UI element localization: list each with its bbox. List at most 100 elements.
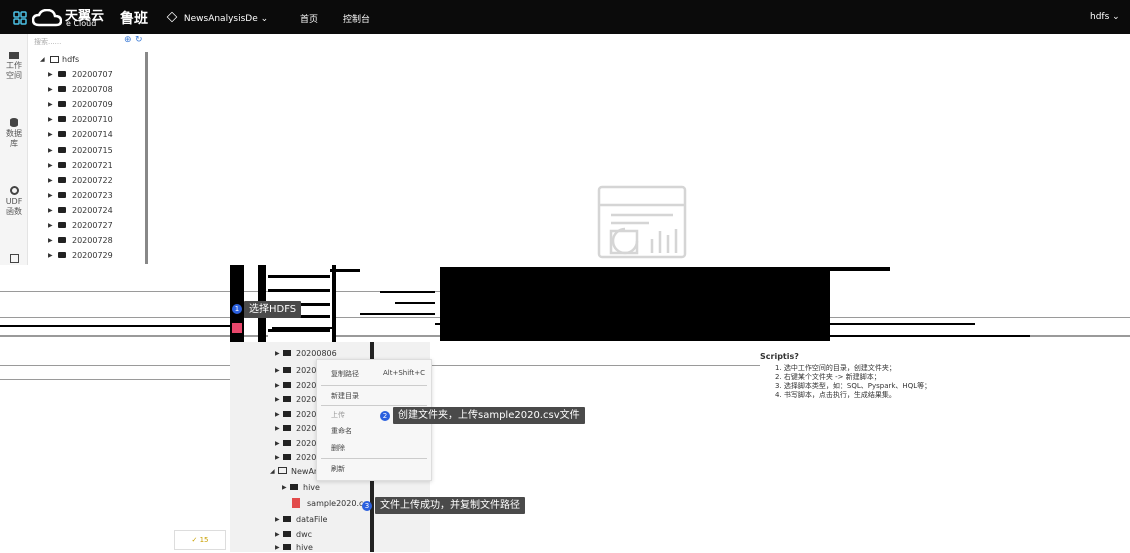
tree-folder[interactable]: ▶ 20200714 — [28, 127, 150, 142]
tree-folder[interactable]: ▶ 20200715 — [28, 143, 150, 158]
status-counter[interactable]: ✓ 15 — [174, 530, 226, 550]
tree-folder[interactable]: ▶ 20200722 — [28, 173, 150, 188]
tree-folder[interactable]: ▶ 20200709 — [28, 97, 150, 112]
database-icon — [10, 118, 18, 127]
folder-icon — [283, 381, 291, 388]
cloud-icon — [32, 9, 62, 27]
expand-icon: ◢ — [40, 56, 45, 63]
folder-label: 20200723 — [72, 190, 113, 200]
tree-folder[interactable]: ▶ 20200724 — [28, 203, 150, 218]
help-line: 4. 书写脚本，点击执行，生成结果集。 — [775, 391, 896, 399]
step1-callout: 选择HDFS — [244, 301, 302, 318]
folder-label: 20200727 — [72, 221, 113, 230]
app-grid-icon[interactable] — [13, 11, 27, 25]
folder-label: 20200710 — [72, 115, 113, 125]
folder-label: 20200715 — [72, 145, 113, 155]
folder-label: 20200708 — [72, 85, 113, 95]
help-line: 2. 右键某个文件夹 -> 新建脚本； — [775, 373, 881, 381]
help-line: 3. 选择脚本类型，如：SQL、Pyspark、HQL等； — [775, 382, 932, 390]
help-panel: Scriptis? 1. 选中工作空间的目录，创建文件夹； 2. 右键某个文件夹… — [760, 352, 1020, 400]
file-tree-panel: 搜索...... ⊕ ↻ ◢ hdfs ▶ 20200707 ▶ 20200708 ▶ 2… — [28, 34, 150, 266]
sidebar-label: 工作空间 — [6, 61, 22, 80]
expand-icon: ▶ — [48, 176, 53, 184]
expand-icon: ▶ — [48, 206, 53, 214]
folder-icon — [283, 396, 291, 402]
tree-folder[interactable]: ▶ 20200723 — [28, 188, 150, 203]
folder-icon — [58, 176, 66, 183]
folder-label: hive — [296, 543, 313, 552]
expand-icon: ▶ — [48, 131, 53, 139]
folder-icon — [58, 222, 66, 228]
add-icon[interactable]: ⊕ — [124, 35, 132, 45]
sidebar-item-more[interactable] — [0, 254, 28, 263]
expand-icon: ▶ — [48, 116, 53, 124]
expand-icon: ▶ — [48, 146, 53, 154]
folder-icon — [9, 52, 19, 59]
tree-root[interactable]: ◢ hdfs — [28, 52, 150, 67]
brand-en: e Cloud — [66, 19, 97, 28]
search-input[interactable]: 搜索...... — [34, 37, 61, 47]
sidebar-item-workspace[interactable]: 工作空间 — [0, 52, 28, 81]
refresh-icon[interactable]: ↻ — [135, 35, 143, 45]
tree-folder[interactable]: ▶ 20200710 — [28, 112, 150, 127]
hdfs-icon — [232, 323, 242, 333]
step3-callout: 文件上传成功，并复制文件路径 — [375, 497, 525, 514]
folder-icon — [58, 101, 66, 108]
folder-icon — [283, 439, 291, 446]
tree-folder[interactable]: ▶ 20200728 — [28, 233, 150, 248]
menu-item-rename[interactable]: 重命名 — [331, 426, 352, 436]
menu-item-copy-path[interactable]: 复制路径 — [331, 369, 359, 379]
step-badge-3: 3 — [362, 501, 372, 511]
expand-icon: ▶ — [275, 439, 280, 447]
tree-folder[interactable]: ▶ 20200727 — [28, 218, 150, 233]
menu-item-new-dir[interactable]: 新建目录 — [331, 391, 359, 401]
step-badge-1: 1 — [232, 304, 242, 314]
expand-icon: ▶ — [48, 161, 53, 169]
tree-folder[interactable]: ▶ 20200707 — [28, 67, 150, 82]
step2-callout: 创建文件夹，上传sample2020.csv文件 — [393, 407, 585, 424]
expand-icon: ▶ — [48, 101, 53, 109]
expand-icon: ▶ — [275, 454, 280, 461]
folder-label: 20200728 — [72, 236, 113, 246]
menu-item-delete[interactable]: 删除 — [331, 443, 345, 453]
tree-folder[interactable]: ▶ 20200721 — [28, 158, 150, 173]
user-menu[interactable]: hdfs ⌄ — [1090, 12, 1120, 22]
folder-icon — [58, 116, 66, 123]
folder-icon — [58, 161, 66, 168]
folder-label: 20200724 — [72, 205, 113, 215]
gear-icon — [9, 186, 19, 195]
menu-item-refresh[interactable]: 刷新 — [331, 464, 345, 474]
left-icon-bar: 工作空间 数据库 UDF函数 — [0, 34, 28, 266]
folder-icon — [58, 86, 66, 93]
folder-open-icon — [50, 56, 59, 63]
folder-label: NewAn — [291, 467, 319, 476]
tree-folder[interactable]: ▶ 20200729 — [28, 248, 150, 263]
folder-icon — [58, 237, 66, 244]
folder-icon — [283, 367, 291, 373]
tree-folder[interactable]: ▶ 20200708 — [28, 82, 150, 97]
step-badge-2: 2 — [380, 411, 390, 421]
tree-root-label: hdfs — [62, 55, 80, 64]
chevron-down-icon: ⌄ — [260, 14, 269, 24]
expand-icon: ▶ — [48, 191, 53, 199]
top-bar: 天翼云 e Cloud 鲁班 NewsAnalysisDe ⌄ 首页 控制台 h… — [0, 0, 1130, 34]
folder-icon — [283, 425, 291, 431]
tree-scrollbar[interactable] — [145, 52, 148, 264]
expand-icon: ▶ — [275, 425, 280, 432]
sidebar-item-database[interactable]: 数据库 — [0, 118, 28, 149]
username: hdfs — [1090, 12, 1110, 22]
csv-file-icon — [292, 498, 300, 508]
expand-icon: ▶ — [48, 71, 53, 78]
expand-icon: ▶ — [48, 252, 53, 260]
nav-console[interactable]: 控制台 — [343, 12, 370, 25]
nav-home[interactable]: 首页 — [300, 12, 318, 25]
counter-value: 15 — [199, 536, 209, 544]
sidebar-item-udf[interactable]: UDF函数 — [0, 186, 28, 217]
project-selector[interactable]: NewsAnalysisDe ⌄ — [166, 11, 269, 24]
expand-icon: ▶ — [275, 410, 280, 418]
sidebar-label: 数据库 — [6, 129, 22, 148]
folder-icon — [58, 131, 66, 138]
menu-item-upload[interactable]: 上传 — [331, 410, 345, 420]
lightbulb-icon: ✓ — [191, 536, 200, 544]
folder-label: hive — [303, 483, 320, 492]
